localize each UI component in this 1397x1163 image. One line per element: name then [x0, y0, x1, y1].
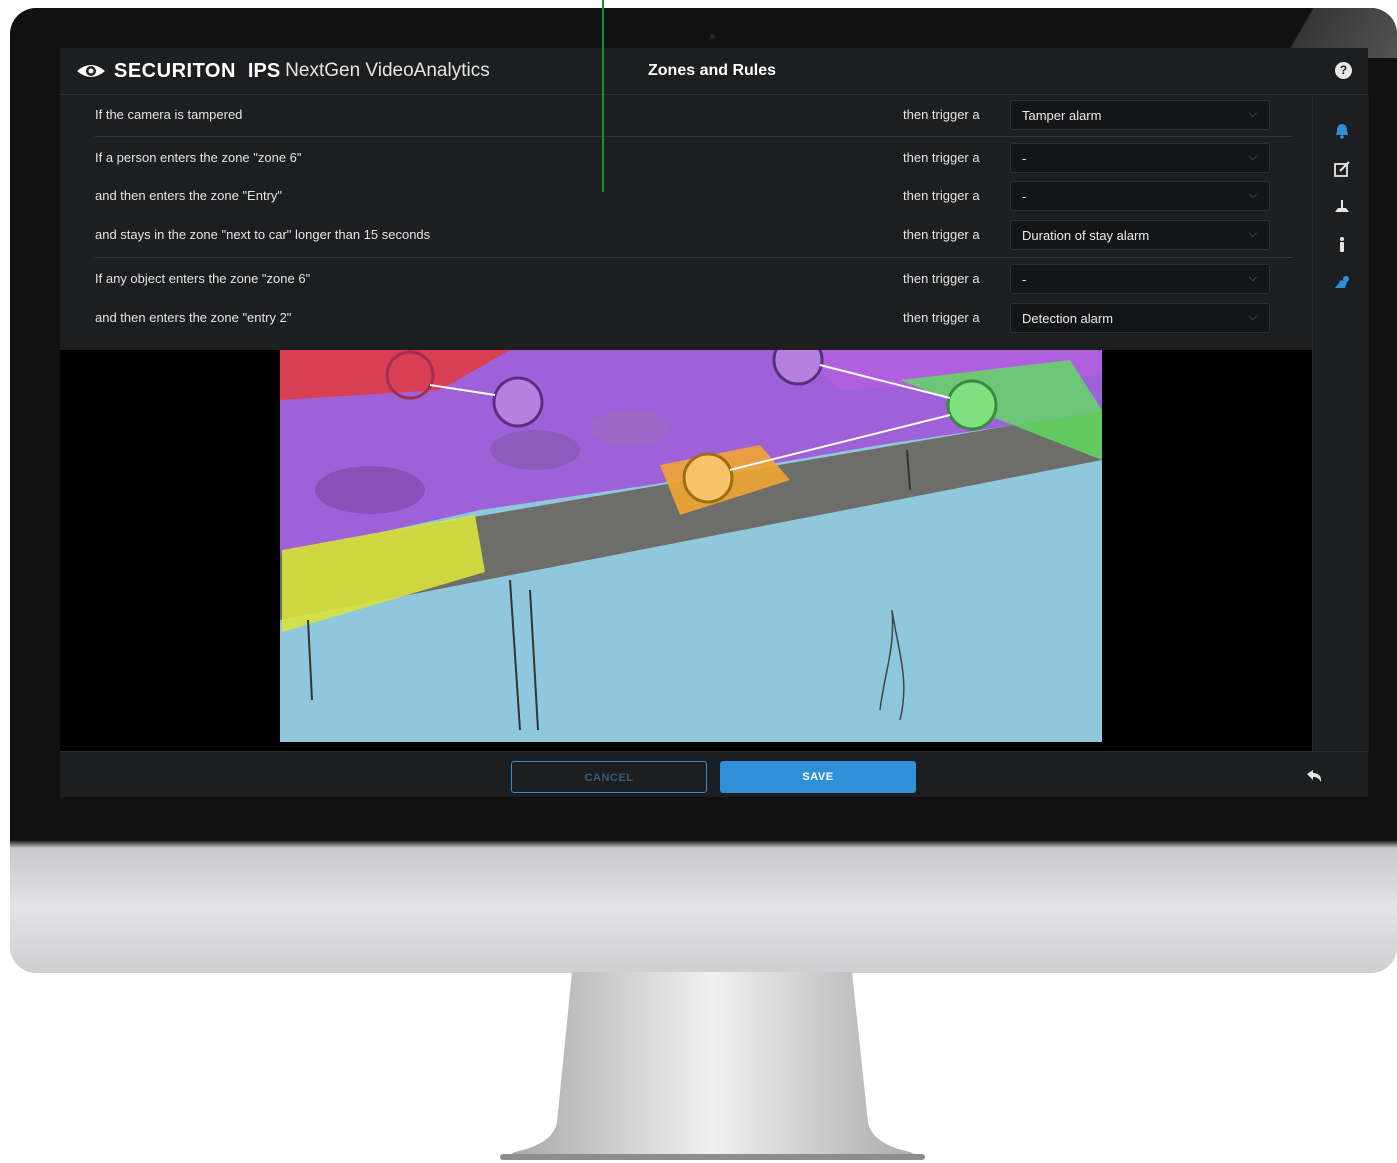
alarm-select[interactable]: Detection alarm ⌵: [1010, 303, 1270, 333]
alarm-select-value: -: [1022, 272, 1027, 287]
brand-logo: SECURITON IPS NextGen VideoAnalytics: [76, 59, 490, 83]
zone-overlay: [280, 350, 1102, 742]
bell-icon[interactable]: [1333, 122, 1351, 140]
alarm-select-value: -: [1022, 151, 1027, 166]
rule-group-divider: [95, 257, 1293, 258]
monitor-frame: SECURITON IPS NextGen VideoAnalytics Zon…: [10, 8, 1397, 973]
rule-row: and then enters the zone "Entry" then tr…: [95, 178, 1275, 216]
zone-marker-icon[interactable]: [1333, 198, 1351, 216]
alarm-select-value: Detection alarm: [1022, 311, 1114, 326]
rule-then-label: then trigger a: [903, 150, 980, 165]
rule-then-label: then trigger a: [903, 188, 980, 203]
rule-row: and then enters the zone "entry 2" then …: [95, 300, 1275, 338]
rule-row: If any object enters the zone "zone 6" t…: [95, 261, 1275, 299]
app-header: SECURITON IPS NextGen VideoAnalytics Zon…: [60, 48, 1368, 95]
app-screen: SECURITON IPS NextGen VideoAnalytics Zon…: [60, 48, 1369, 797]
brand-ips: IPS: [247, 59, 281, 82]
brand-name: SECURITON: [114, 59, 236, 82]
help-icon[interactable]: ?: [1335, 62, 1352, 79]
rule-condition: and stays in the zone "next to car" long…: [95, 227, 431, 242]
rules-panel: If the camera is tampered then trigger a…: [60, 95, 1312, 350]
chevron-down-icon: ⌵: [1248, 272, 1257, 284]
brand-product: NextGen VideoAnalytics: [285, 60, 490, 81]
rule-then-label: then trigger a: [903, 227, 980, 242]
chevron-down-icon: ⌵: [1248, 228, 1257, 240]
alarm-select[interactable]: - ⌵: [1010, 143, 1270, 173]
rule-condition: If any object enters the zone "zone 6": [95, 271, 311, 286]
rule-row: If the camera is tampered then trigger a…: [95, 97, 1275, 135]
alarm-select-value: Duration of stay alarm: [1022, 228, 1150, 243]
rule-condition: and then enters the zone "entry 2": [95, 310, 292, 325]
chevron-down-icon: ⌵: [1248, 108, 1257, 120]
annotation-line: [602, 0, 604, 192]
alarm-select-value: Tamper alarm: [1022, 108, 1102, 123]
action-bar: CANCEL SAVE: [60, 751, 1368, 797]
monitor-stand: [500, 972, 925, 1160]
rule-group-divider: [95, 136, 1293, 137]
chevron-down-icon: ⌵: [1248, 311, 1257, 323]
save-button[interactable]: SAVE: [720, 761, 916, 793]
eye-logo-icon: [77, 65, 105, 77]
alarm-select[interactable]: - ⌵: [1010, 181, 1270, 211]
tool-sidebar: [1312, 95, 1369, 751]
rule-then-label: then trigger a: [903, 271, 980, 286]
rule-row: and stays in the zone "next to car" long…: [95, 217, 1275, 255]
alarm-select[interactable]: Duration of stay alarm ⌵: [1010, 220, 1270, 250]
chevron-down-icon: ⌵: [1248, 151, 1257, 163]
rule-then-label: then trigger a: [903, 310, 980, 325]
chevron-down-icon: ⌵: [1248, 189, 1257, 201]
undo-icon[interactable]: [1305, 769, 1323, 783]
edit-icon[interactable]: [1333, 160, 1351, 178]
alarm-select[interactable]: Tamper alarm ⌵: [1010, 100, 1270, 130]
page-title: Zones and Rules: [648, 62, 777, 79]
rule-row: If a person enters the zone "zone 6" the…: [95, 140, 1275, 178]
rule-then-label: then trigger a: [903, 107, 980, 122]
rule-condition: and then enters the zone "Entry": [95, 188, 283, 203]
rule-condition: If the camera is tampered: [95, 107, 243, 122]
cancel-button[interactable]: CANCEL: [511, 761, 707, 793]
camera-vehicle-icon[interactable]: [1333, 274, 1351, 292]
webcam-dot: [710, 34, 715, 39]
alarm-select[interactable]: - ⌵: [1010, 264, 1270, 294]
alarm-select-value: -: [1022, 189, 1027, 204]
person-icon[interactable]: [1333, 236, 1351, 254]
rule-condition: If a person enters the zone "zone 6": [95, 150, 302, 165]
camera-view[interactable]: [280, 350, 1102, 742]
